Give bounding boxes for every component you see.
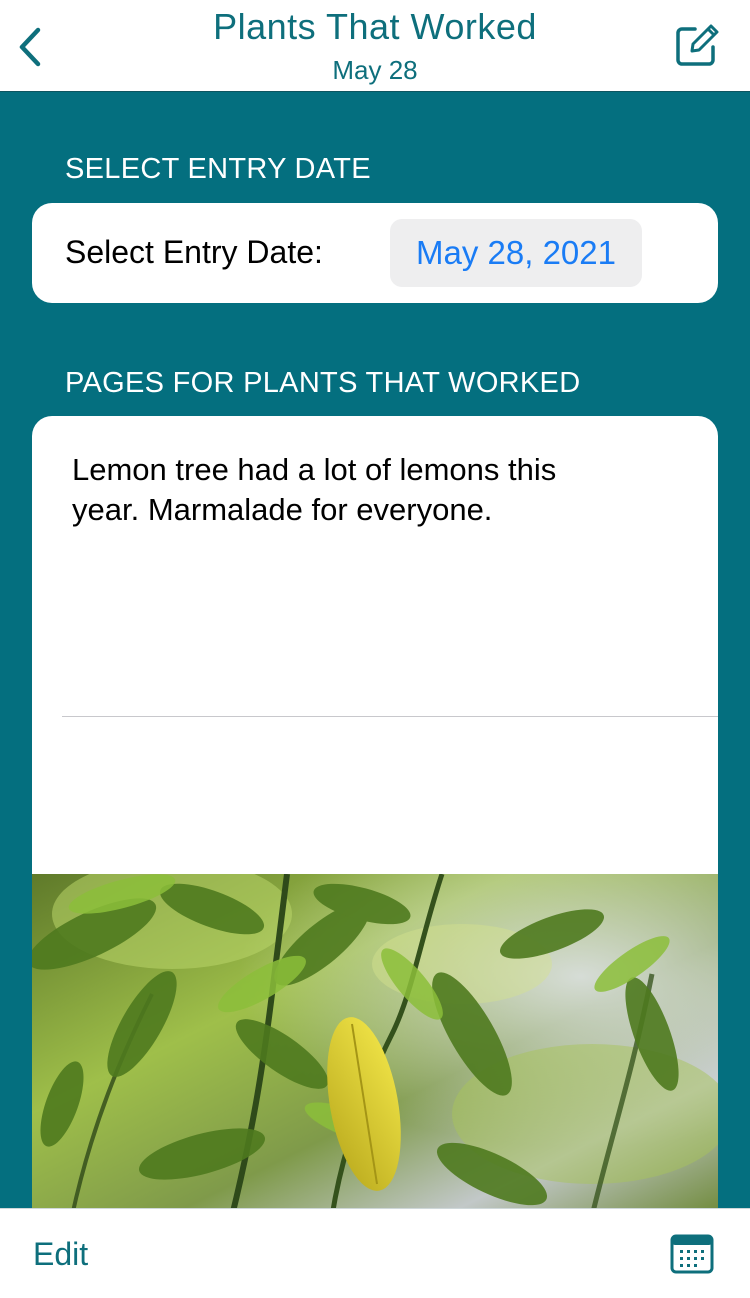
- page-card: Lemon tree had a lot of lemons this year…: [32, 416, 718, 1216]
- edit-button[interactable]: Edit: [33, 1236, 88, 1273]
- divider: [62, 716, 718, 717]
- entry-date-label: Select Entry Date:: [65, 234, 323, 270]
- calendar-icon: [670, 1234, 714, 1274]
- pages-section-header: PAGES FOR PLANTS THAT WORKED: [65, 367, 581, 399]
- lemon-tree-photo[interactable]: [32, 874, 718, 1216]
- calendar-button[interactable]: [670, 1233, 714, 1275]
- entry-date-picker[interactable]: May 28, 2021: [390, 219, 642, 287]
- navigation-bar: Plants That Worked May 28: [0, 0, 750, 92]
- entry-text[interactable]: Lemon tree had a lot of lemons this year…: [72, 450, 632, 530]
- bottom-toolbar: Edit: [0, 1208, 750, 1298]
- page-title: Plants That Worked: [213, 6, 537, 47]
- compose-button[interactable]: [672, 22, 720, 70]
- page-subtitle: May 28: [332, 55, 418, 85]
- entry-date-card: Select Entry Date: May 28, 2021: [32, 203, 718, 303]
- entry-date-section-header: SELECT ENTRY DATE: [65, 153, 371, 185]
- compose-icon: [676, 24, 719, 66]
